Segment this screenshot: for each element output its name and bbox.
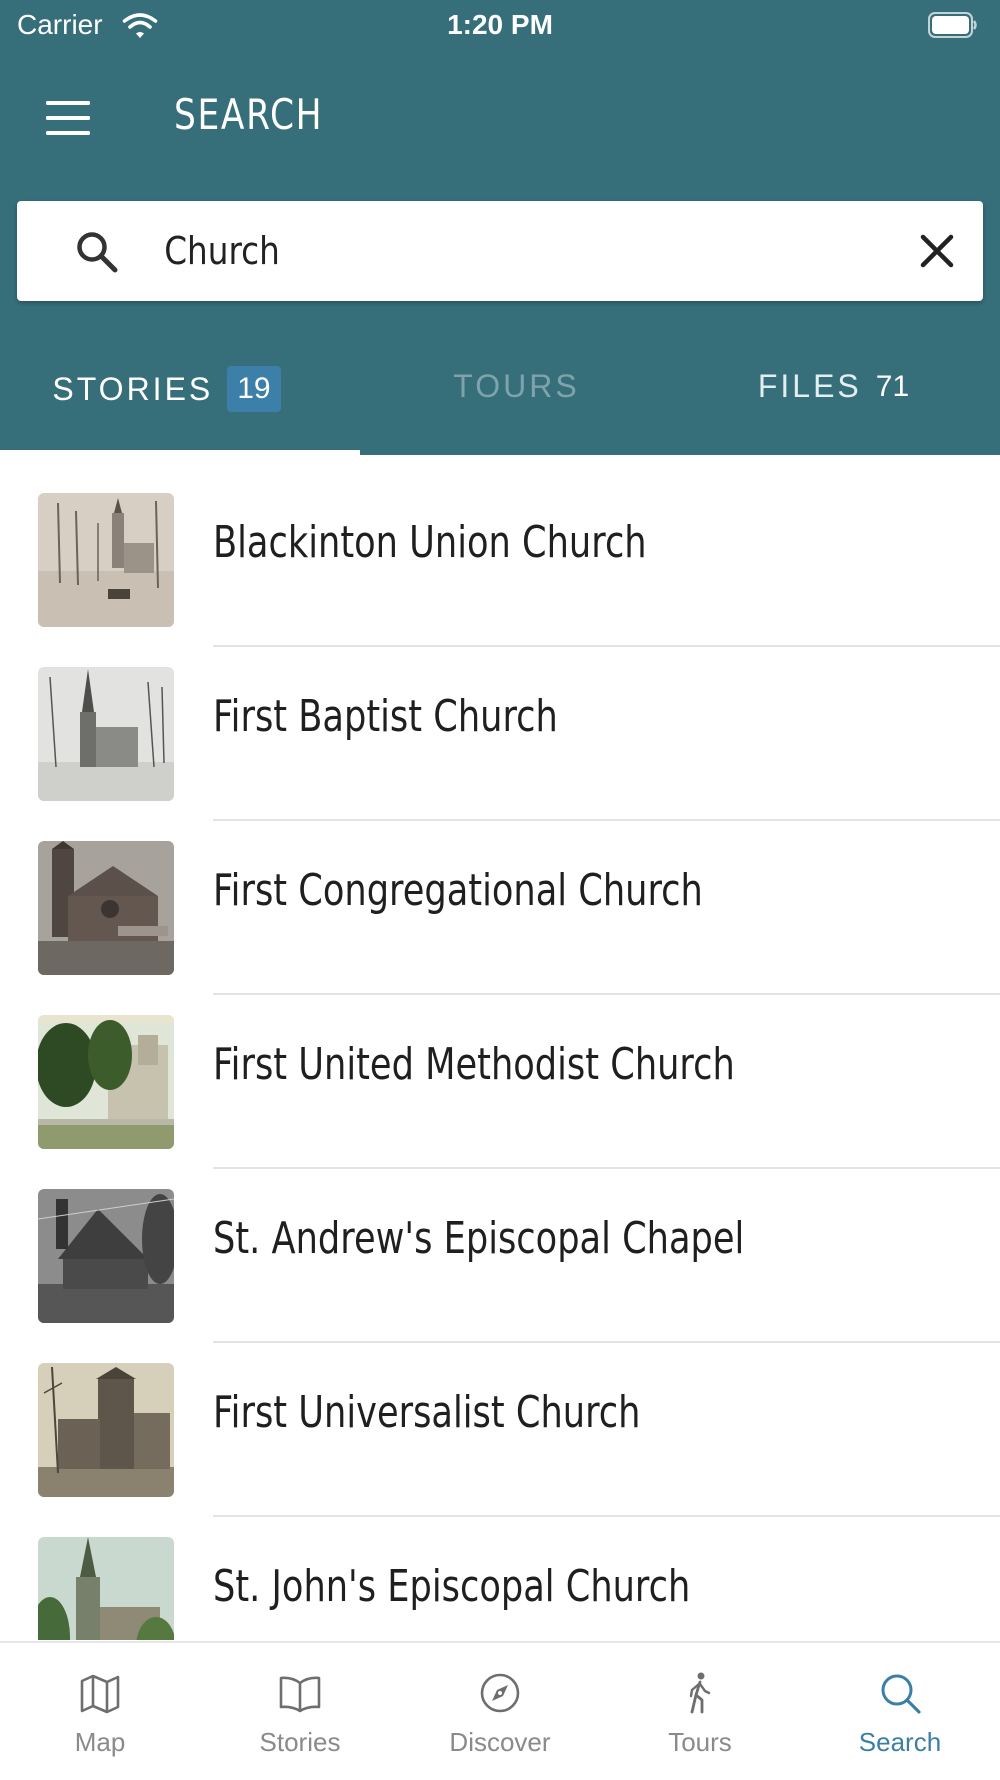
- bottom-tab-bar: Map Stories Discover Tours Search: [0, 1641, 1000, 1780]
- result-title: Blackinton Union Church: [213, 517, 647, 568]
- story-thumbnail: [38, 1363, 174, 1497]
- result-title: St. John's Episcopal Church: [213, 1561, 691, 1612]
- menu-button[interactable]: [40, 96, 96, 142]
- tab-stories[interactable]: STORIES 19: [0, 340, 333, 455]
- tab-files[interactable]: FILES 71: [667, 340, 1000, 455]
- nav-stories[interactable]: Stories: [200, 1643, 400, 1780]
- book-icon: [279, 1676, 321, 1713]
- list-item[interactable]: St. Andrew's Episcopal Chapel: [0, 1151, 1000, 1343]
- battery-icon: [928, 12, 977, 38]
- tab-stories-count-badge: 19: [227, 366, 281, 412]
- tab-tours[interactable]: TOURS: [350, 340, 683, 455]
- story-thumbnail: [38, 493, 174, 627]
- story-thumbnail: [38, 1537, 174, 1640]
- list-item[interactable]: First United Methodist Church: [0, 977, 1000, 1169]
- compass-icon: [480, 1673, 520, 1713]
- list-item[interactable]: Blackinton Union Church: [0, 455, 1000, 647]
- list-item[interactable]: First Universalist Church: [0, 1325, 1000, 1517]
- result-tabs: STORIES 19 TOURS FILES 71: [0, 340, 1000, 455]
- page-title: SEARCH: [174, 90, 324, 139]
- walking-person-icon: [689, 1672, 711, 1714]
- result-title: First United Methodist Church: [213, 1039, 735, 1090]
- story-thumbnail: [38, 1189, 174, 1323]
- map-icon: [80, 1674, 120, 1714]
- nav-search-label: Search: [858, 1727, 942, 1757]
- nav-map[interactable]: Map: [0, 1643, 200, 1780]
- story-thumbnail: [38, 1015, 174, 1149]
- nav-tours-label: Tours: [668, 1727, 732, 1757]
- nav-discover-label: Discover: [449, 1727, 551, 1757]
- search-input[interactable]: [147, 219, 784, 283]
- nav-discover[interactable]: Discover: [400, 1643, 600, 1780]
- result-title: First Congregational Church: [213, 865, 703, 916]
- nav-stories-label: Stories: [259, 1727, 341, 1757]
- status-time: 1:20 PM: [447, 9, 553, 40]
- tab-tours-label: TOURS: [453, 368, 580, 405]
- list-item[interactable]: First Congregational Church: [0, 803, 1000, 995]
- tab-files-count: 71: [875, 369, 910, 403]
- result-title: St. Andrew's Episcopal Chapel: [213, 1213, 745, 1264]
- list-item[interactable]: First Baptist Church: [0, 629, 1000, 821]
- list-item[interactable]: St. John's Episcopal Church: [0, 1499, 1000, 1640]
- search-icon: [881, 1674, 921, 1714]
- result-title: First Baptist Church: [213, 691, 558, 742]
- search-bar[interactable]: [17, 201, 983, 301]
- tab-stories-label: STORIES: [52, 370, 214, 407]
- nav-tours[interactable]: Tours: [600, 1643, 800, 1780]
- story-thumbnail: [38, 841, 174, 975]
- result-title: First Universalist Church: [213, 1387, 641, 1438]
- clear-search-button[interactable]: [913, 227, 961, 275]
- search-results-list: Blackinton Union Church First Baptist Ch…: [0, 455, 1000, 1640]
- top-bar: Carrier 1:20 PM SEARCH Church STORIES 19…: [0, 0, 1000, 455]
- nav-map-label: Map: [74, 1727, 126, 1757]
- status-bar: Carrier 1:20 PM: [0, 0, 1000, 52]
- search-icon: [77, 232, 118, 273]
- tab-files-label: FILES: [757, 368, 862, 405]
- story-thumbnail: [38, 667, 174, 801]
- nav-search[interactable]: Search: [800, 1643, 1000, 1780]
